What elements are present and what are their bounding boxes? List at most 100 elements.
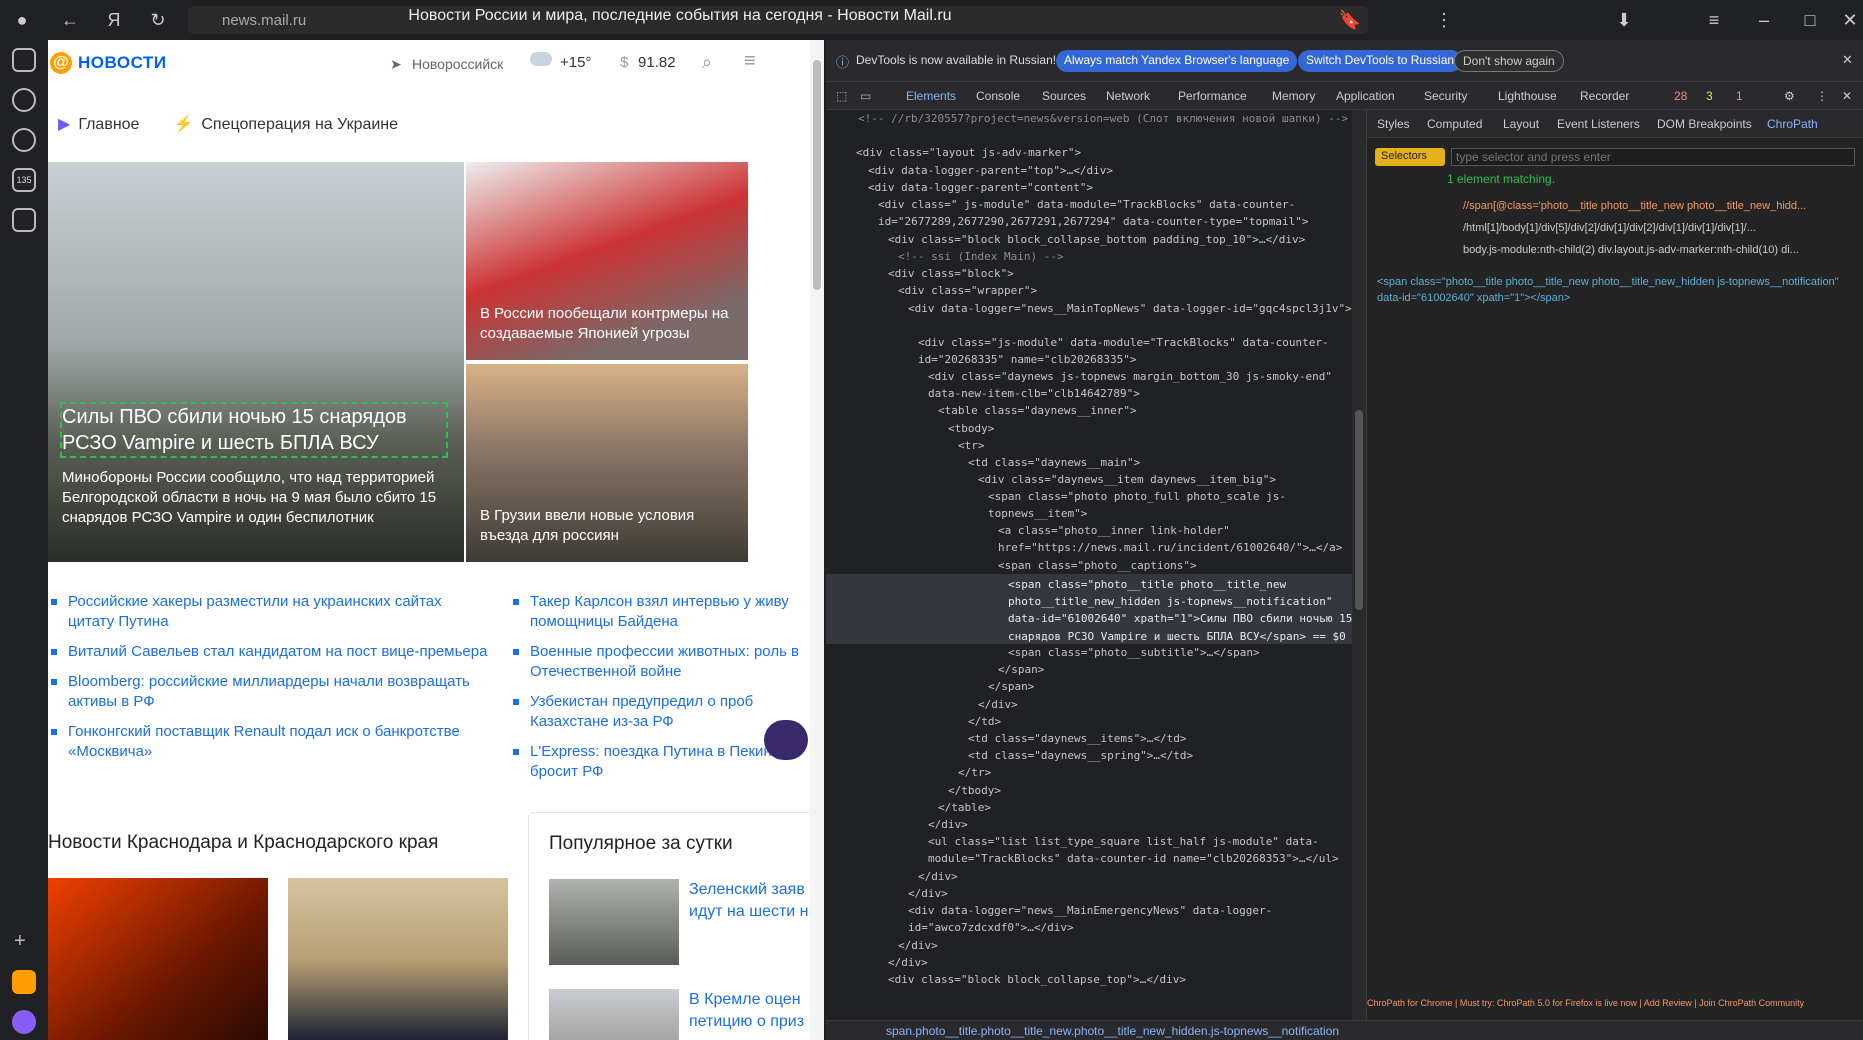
dom-line[interactable]: </div> [898, 937, 938, 954]
elements-scrollbar[interactable] [1352, 110, 1366, 1020]
tab-main[interactable]: ▶ Главное [58, 114, 139, 134]
menu-icon[interactable]: ≡ [744, 50, 756, 73]
tab-console[interactable]: Console [976, 89, 1020, 103]
dom-line[interactable]: </table> [938, 799, 991, 816]
dom-line[interactable]: <td class="daynews__items">…</td> [968, 730, 1187, 747]
city-label[interactable]: Новороссийск [412, 56, 503, 72]
popular-image[interactable] [549, 989, 679, 1040]
tab-layout[interactable]: Layout [1503, 117, 1539, 131]
tab-lighthouse[interactable]: Lighthouse [1498, 89, 1557, 103]
selector-dropdown[interactable]: Selectors [1375, 148, 1445, 166]
maximize-icon[interactable]: □ [1796, 6, 1824, 34]
chropath-footer[interactable]: ChroPath for Chrome | Must try: ChroPath… [1367, 998, 1863, 1008]
hamburger-icon[interactable]: ≡ [1700, 6, 1728, 34]
dom-line[interactable]: <div data-logger="news__MainEmergencyNew… [908, 902, 1364, 936]
dom-line[interactable]: <a class="photo__inner link-holder" href… [998, 522, 1364, 556]
dom-line[interactable]: </tr> [958, 764, 991, 781]
news-image[interactable] [288, 878, 508, 1040]
dom-line[interactable]: <div class="block"> [888, 265, 1014, 282]
news-tile[interactable]: В Грузии ввели новые условия въезда для … [466, 364, 748, 562]
hero-news[interactable]: Силы ПВО сбили ночью 15 снарядов РСЗО Va… [48, 162, 464, 562]
assistant-bubble-icon[interactable] [764, 720, 808, 760]
dom-line[interactable]: <div class="wrapper"> [898, 282, 1037, 299]
dom-line[interactable]: <div class="daynews js-topnews margin_bo… [928, 368, 1364, 402]
dom-line[interactable]: <div class="daynews__item daynews__item_… [978, 471, 1276, 488]
profile-avatar-icon[interactable]: ● [8, 6, 36, 34]
dom-line[interactable]: <span class="photo__captions"> [998, 557, 1197, 574]
dom-line[interactable]: <td class="daynews__main"> [968, 454, 1140, 471]
currency-rate[interactable]: 91.82 [638, 54, 676, 71]
dom-line[interactable]: </div> [978, 696, 1018, 713]
error-count[interactable]: 28 [1674, 89, 1687, 103]
tab-performance[interactable]: Performance [1178, 89, 1247, 103]
dom-line[interactable]: </div> [888, 954, 928, 971]
history-icon[interactable] [12, 128, 36, 152]
css-selector[interactable]: body.js-module:nth-child(2) div.layout.j… [1463, 244, 1863, 256]
back-icon[interactable]: ← [56, 6, 84, 34]
breadcrumb-path[interactable]: span.photo__title.photo__title_new.photo… [886, 1024, 1339, 1038]
dom-line[interactable]: <!-- //rb/320557?project=news&version=we… [858, 110, 1348, 127]
switch-language-button[interactable]: Switch DevTools to Russian [1298, 50, 1463, 72]
screenshot-icon[interactable] [12, 208, 36, 232]
list-item[interactable]: Гонконгский поставщик Renault подал иск … [48, 722, 488, 762]
tab-recorder[interactable]: Recorder [1580, 89, 1629, 103]
issue-count[interactable]: 1 [1736, 89, 1743, 103]
section-title[interactable]: Новости Краснодара и Краснодарского края [48, 832, 438, 854]
dom-line[interactable]: <div data-logger="news__MainTopNews" dat… [908, 300, 1364, 317]
dom-line[interactable]: <div class="js-module" data-module="Trac… [918, 334, 1364, 368]
list-item[interactable]: Bloomberg: российские миллиардеры начали… [48, 672, 488, 712]
tab-network[interactable]: Network [1106, 89, 1150, 103]
bookmark-icon[interactable]: 🔖 [1336, 6, 1364, 34]
dom-line-selected[interactable]: <span class="photo__title photo__title_n… [1008, 576, 1364, 645]
dom-line[interactable]: <tbody> [948, 420, 994, 437]
tab-memory[interactable]: Memory [1272, 89, 1315, 103]
tab-computed[interactable]: Computed [1427, 117, 1482, 131]
list-item[interactable]: Российские хакеры разместили на украинск… [48, 592, 488, 632]
dom-line[interactable]: </div> [908, 885, 948, 902]
logo[interactable]: @ НОВОСТИ [50, 52, 167, 74]
rel-xpath[interactable]: //span[@class='photo__title photo__title… [1463, 200, 1863, 212]
more-icon[interactable]: ⋮ [1816, 89, 1828, 103]
dom-line[interactable]: </span> [988, 678, 1034, 695]
dom-line[interactable]: </div> [918, 868, 958, 885]
page-scrollbar[interactable] [810, 40, 824, 1040]
list-item[interactable]: Такер Карлсон взял интервью у живу помощ… [510, 592, 824, 632]
news-image[interactable] [48, 878, 268, 1040]
dom-line[interactable]: <!-- ssi (Index Main) --> [898, 248, 1064, 265]
warning-count[interactable]: 3 [1706, 89, 1713, 103]
tab-chropath[interactable]: ChroPath [1767, 117, 1818, 131]
dom-line[interactable]: <span class="photo photo_full photo_scal… [988, 488, 1364, 522]
dom-line[interactable]: <div data-logger-parent="content"> [868, 179, 1093, 196]
device-icon[interactable]: ▭ [860, 89, 871, 103]
reload-icon[interactable]: ↻ [144, 6, 172, 34]
dom-line[interactable]: <div class=" js-module" data-module="Tra… [878, 196, 1364, 230]
hero-subtitle[interactable]: Минобороны России сообщило, что над терр… [62, 468, 452, 528]
dont-show-button[interactable]: Don't show again [1454, 50, 1564, 72]
add-icon[interactable]: + [14, 930, 26, 953]
dom-line[interactable]: <table class="daynews__inner"> [938, 402, 1137, 419]
dom-line[interactable]: <div class="layout js-adv-marker"> [856, 144, 1081, 161]
tab-security[interactable]: Security [1424, 89, 1467, 103]
popular-item[interactable]: В Кремле оцен петицию о приз [689, 989, 824, 1033]
hero-title[interactable]: Силы ПВО сбили ночью 15 снарядов РСЗО Va… [62, 404, 442, 456]
match-language-button[interactable]: Always match Yandex Browser's language [1056, 50, 1298, 72]
scrollbar-thumb[interactable] [1355, 410, 1363, 610]
search-icon[interactable]: ⌕ [702, 52, 712, 73]
popular-image[interactable] [549, 879, 679, 965]
collections-icon[interactable] [12, 48, 36, 72]
close-icon[interactable]: ✕ [1842, 52, 1853, 68]
close-icon[interactable]: ✕ [1842, 89, 1852, 103]
location-icon[interactable]: ➤ [390, 56, 402, 73]
inspect-icon[interactable]: ⬚ [836, 89, 847, 103]
close-icon[interactable]: ✕ [1836, 6, 1863, 34]
dom-line[interactable]: <div class="block block_collapse_bottom … [888, 231, 1305, 248]
settings-icon[interactable]: ⚙ [1784, 89, 1795, 103]
list-item[interactable]: Военные профессии животных: роль в Отече… [510, 642, 824, 682]
tab-event-listeners[interactable]: Event Listeners [1557, 117, 1640, 131]
yandex-icon[interactable]: Я [100, 6, 128, 34]
dom-line[interactable]: </span> [998, 661, 1044, 678]
mail-icon[interactable] [12, 970, 36, 994]
dom-line[interactable]: <ul class="list list_type_square list_ha… [928, 833, 1364, 867]
news-tile[interactable]: В России пообещали контрмеры на создавае… [466, 162, 748, 360]
play-icon[interactable] [12, 88, 36, 112]
